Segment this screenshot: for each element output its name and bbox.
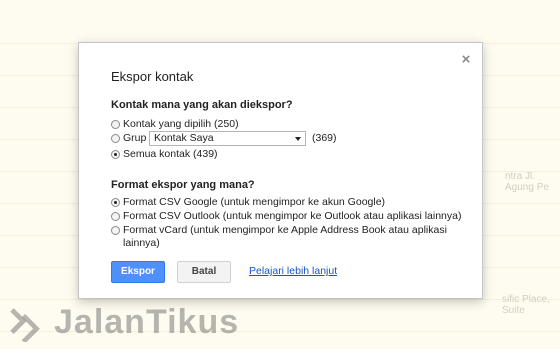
jalantikus-logo-icon <box>10 307 40 342</box>
group-count: (369) <box>312 132 337 144</box>
close-icon[interactable]: × <box>459 52 473 67</box>
which-contacts-label: Kontak mana yang akan diekspor? <box>111 99 293 111</box>
radio-format-vcard[interactable]: Format vCard (untuk mengimpor ke Apple A… <box>111 224 461 250</box>
radio-button-checked[interactable] <box>111 198 120 207</box>
export-button[interactable]: Ekspor <box>111 261 165 283</box>
radio-label: Semua kontak (439) <box>123 148 218 160</box>
radio-label: Kontak yang dipilih (250) <box>123 118 239 130</box>
export-contacts-dialog: × Ekspor kontak Kontak mana yang akan di… <box>78 42 483 299</box>
radio-label: Format vCard (untuk mengimpor ke Apple A… <box>123 224 447 249</box>
dialog-title: Ekspor kontak <box>111 69 194 84</box>
radio-format-google-csv[interactable]: Format CSV Google (untuk mengimpor ke ak… <box>111 196 385 209</box>
radio-format-outlook-csv[interactable]: Format CSV Outlook (untuk mengimpor ke O… <box>111 210 462 223</box>
radio-button[interactable] <box>111 226 120 235</box>
group-select[interactable]: Kontak Saya <box>149 131 306 146</box>
radio-button[interactable] <box>111 120 120 129</box>
radio-label: Format CSV Google (untuk mengimpor ke ak… <box>123 196 386 208</box>
format-label: Format ekspor yang mana? <box>111 179 255 191</box>
radio-button[interactable] <box>111 212 120 221</box>
radio-label: Grup <box>123 132 147 144</box>
radio-label: Format CSV Outlook (untuk mengimpor ke O… <box>123 210 462 222</box>
radio-all-contacts[interactable]: Semua kontak (439) <box>111 148 218 161</box>
chevron-down-icon <box>295 137 301 141</box>
watermark-text: JalanTikus <box>54 303 240 341</box>
cancel-button[interactable]: Batal <box>177 261 231 283</box>
learn-more-link[interactable]: Pelajari lebih lanjut <box>249 265 337 277</box>
radio-button[interactable] <box>111 134 120 143</box>
radio-button-checked[interactable] <box>111 150 120 159</box>
radio-group[interactable]: Grup <box>111 132 146 145</box>
radio-selected-contacts[interactable]: Kontak yang dipilih (250) <box>111 118 239 131</box>
watermark: JalanTikus <box>8 300 239 345</box>
group-select-value: Kontak Saya <box>154 132 214 144</box>
